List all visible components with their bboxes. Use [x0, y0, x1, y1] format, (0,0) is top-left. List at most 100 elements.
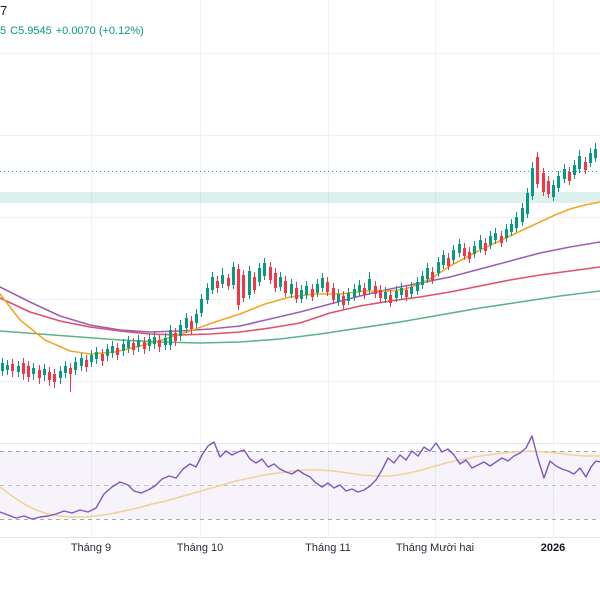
- candle-body[interactable]: [1, 363, 4, 371]
- candle-body[interactable]: [232, 267, 235, 285]
- candle-body[interactable]: [573, 165, 576, 175]
- price-zone-band[interactable]: [0, 192, 600, 203]
- candle-body[interactable]: [169, 330, 172, 345]
- candle-body[interactable]: [253, 277, 256, 290]
- candle-body[interactable]: [521, 208, 524, 222]
- candle-body[interactable]: [421, 276, 424, 285]
- candle-body[interactable]: [195, 314, 198, 323]
- candle-body[interactable]: [174, 333, 177, 341]
- candle-body[interactable]: [321, 278, 324, 288]
- candle-body[interactable]: [132, 343, 135, 350]
- candle-body[interactable]: [337, 294, 340, 302]
- candle-body[interactable]: [368, 279, 371, 290]
- candle-body[interactable]: [242, 275, 245, 298]
- candle-body[interactable]: [200, 299, 203, 313]
- candle-body[interactable]: [185, 318, 188, 328]
- candle-body[interactable]: [578, 156, 581, 169]
- candle-body[interactable]: [80, 358, 83, 366]
- candle-body[interactable]: [410, 287, 413, 294]
- candle-body[interactable]: [122, 344, 125, 351]
- candle-body[interactable]: [48, 372, 51, 380]
- candle-body[interactable]: [227, 278, 230, 286]
- candle-body[interactable]: [269, 267, 272, 280]
- candle-body[interactable]: [290, 284, 293, 294]
- candle-body[interactable]: [353, 289, 356, 297]
- candle-body[interactable]: [489, 236, 492, 245]
- candle-body[interactable]: [295, 288, 298, 299]
- candle-body[interactable]: [74, 362, 77, 370]
- candle-body[interactable]: [332, 288, 335, 300]
- candle-body[interactable]: [594, 149, 597, 158]
- candle-body[interactable]: [106, 349, 109, 356]
- candle-body[interactable]: [458, 244, 461, 253]
- candle-body[interactable]: [158, 340, 161, 347]
- candle-body[interactable]: [284, 281, 287, 293]
- candle-body[interactable]: [547, 181, 550, 194]
- candle-body[interactable]: [552, 185, 555, 197]
- candle-body[interactable]: [17, 366, 20, 372]
- candle-body[interactable]: [116, 348, 119, 355]
- candle-body[interactable]: [206, 288, 209, 300]
- candle-body[interactable]: [64, 366, 67, 373]
- candle-body[interactable]: [557, 176, 560, 188]
- candle-body[interactable]: [85, 360, 88, 367]
- trading-chart[interactable]: 7 5 C5.9545 +0.0070 (+0.12%) Tháng 9 Tháng …: [0, 0, 600, 600]
- candle-body[interactable]: [405, 290, 408, 297]
- candle-body[interactable]: [216, 281, 219, 288]
- candle-body[interactable]: [32, 368, 35, 374]
- candle-body[interactable]: [305, 286, 308, 295]
- candle-body[interactable]: [463, 248, 466, 256]
- candle-body[interactable]: [358, 285, 361, 292]
- time-axis[interactable]: Tháng 9 Tháng 10 Tháng 11 Tháng Mười hai 202…: [0, 537, 600, 560]
- candle-body[interactable]: [374, 286, 377, 294]
- candle-body[interactable]: [248, 271, 251, 295]
- candle-body[interactable]: [90, 355, 93, 362]
- candle-body[interactable]: [143, 342, 146, 349]
- chart-legend[interactable]: 7 5 C5.9545 +0.0070 (+0.12%): [0, 1, 148, 40]
- candle-body[interactable]: [400, 288, 403, 295]
- candle-body[interactable]: [384, 292, 387, 299]
- candle-body[interactable]: [479, 240, 482, 249]
- candle-body[interactable]: [568, 172, 571, 181]
- candle-body[interactable]: [211, 277, 214, 290]
- candle-body[interactable]: [515, 217, 518, 228]
- candle-body[interactable]: [153, 337, 156, 344]
- candle-body[interactable]: [379, 290, 382, 298]
- candle-body[interactable]: [148, 339, 151, 346]
- candle-body[interactable]: [137, 340, 140, 347]
- candle-body[interactable]: [27, 366, 30, 377]
- candle-body[interactable]: [6, 365, 9, 370]
- candle-body[interactable]: [101, 354, 104, 361]
- candle-body[interactable]: [426, 268, 429, 279]
- candle-body[interactable]: [363, 288, 366, 295]
- candle-body[interactable]: [69, 368, 72, 374]
- candle-body[interactable]: [274, 273, 277, 288]
- candle-body[interactable]: [437, 262, 440, 273]
- candle-body[interactable]: [164, 338, 167, 345]
- candle-body[interactable]: [38, 370, 41, 378]
- candle-body[interactable]: [127, 341, 130, 348]
- candle-body[interactable]: [510, 224, 513, 232]
- candle-body[interactable]: [447, 258, 450, 266]
- candle-body[interactable]: [563, 169, 566, 179]
- candle-body[interactable]: [468, 252, 471, 259]
- candle-body[interactable]: [237, 269, 240, 305]
- candle-body[interactable]: [111, 346, 114, 353]
- candle-body[interactable]: [279, 277, 282, 287]
- candle-body[interactable]: [221, 275, 224, 284]
- candle-body[interactable]: [500, 236, 503, 243]
- candle-body[interactable]: [531, 168, 534, 196]
- candle-body[interactable]: [43, 369, 46, 375]
- candle-body[interactable]: [326, 282, 329, 292]
- candle-body[interactable]: [542, 173, 545, 192]
- candle-body[interactable]: [311, 289, 314, 297]
- chart-canvas[interactable]: [0, 0, 600, 600]
- candle-body[interactable]: [316, 284, 319, 293]
- candle-body[interactable]: [395, 291, 398, 298]
- candle-body[interactable]: [442, 255, 445, 265]
- candle-body[interactable]: [389, 295, 392, 303]
- candle-body[interactable]: [179, 325, 182, 336]
- candle-body[interactable]: [494, 233, 497, 240]
- candle-body[interactable]: [347, 293, 350, 301]
- candle-body[interactable]: [300, 290, 303, 299]
